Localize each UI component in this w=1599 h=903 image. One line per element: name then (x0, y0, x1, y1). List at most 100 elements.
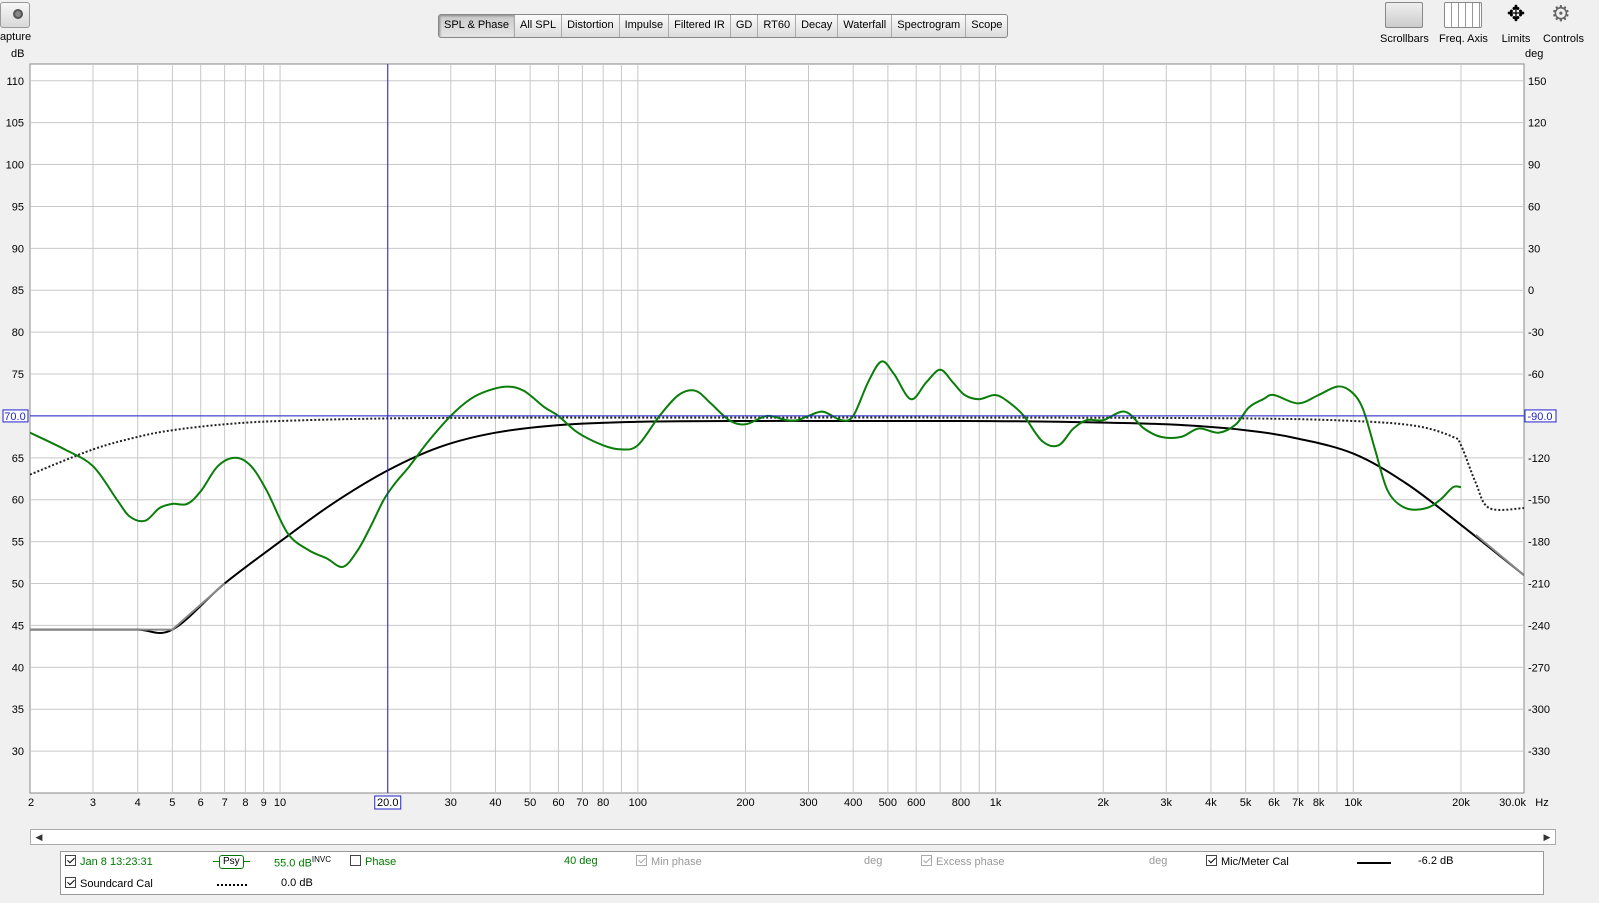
phase-checkbox[interactable] (350, 855, 361, 866)
y-tick-label-right: -60 (1528, 369, 1544, 381)
spl-phase-graph[interactable]: 110 150105 120100 9095 6090 3085 080 -3075 -6065… (0, 60, 1599, 828)
tab-gd[interactable]: GD (731, 15, 759, 37)
capture-camera-icon[interactable] (0, 2, 30, 28)
x-tick-label: 600 (907, 797, 925, 809)
y-tick-label-right: -180 (1528, 537, 1550, 549)
measurement-name: Jan 8 13:23:31 (80, 856, 153, 868)
measurement-toggle[interactable]: Jan 8 13:23:31 (65, 855, 153, 868)
phase-label: Phase (365, 856, 397, 868)
min-phase-label: Min phase (651, 856, 702, 868)
x-tick-label: 400 (844, 797, 862, 809)
horizontal-scrollbar[interactable]: ◀ ▶ (30, 829, 1556, 845)
tab-all-spl[interactable]: All SPL (515, 15, 563, 37)
x-tick-label: 20k (1452, 797, 1470, 809)
mic-cal-toggle[interactable]: Mic/Meter Cal (1206, 855, 1289, 868)
scroll-right-icon[interactable]: ▶ (1540, 830, 1554, 844)
tab-spectrogram[interactable]: Spectrogram (892, 15, 967, 37)
y-tick-label-left: 60 (12, 495, 24, 507)
capture-label: Capture (0, 31, 32, 43)
y-tick-label-left: 105 (6, 118, 24, 130)
y-tick-label-left: 75 (12, 369, 24, 381)
x-tick-label: 10 (274, 797, 286, 809)
excess-phase-toggle[interactable]: Excess phase (921, 855, 1004, 868)
y-tick-label-left: 65 (12, 453, 24, 465)
x-tick-label: 50 (524, 797, 536, 809)
legend-row-soundcard: Soundcard Cal 0.0 dB (61, 874, 1543, 894)
mic-cal-label: Mic/Meter Cal (1221, 856, 1289, 868)
y-tick-label-right: 150 (1528, 76, 1546, 88)
y-tick-label-left: 85 (12, 285, 24, 297)
x-tick-label: 80 (597, 797, 609, 809)
x-tick-label: 4 (135, 797, 141, 809)
tab-distortion[interactable]: Distortion (562, 15, 620, 37)
y-tick-label-left: 40 (12, 662, 24, 674)
x-tick-label: 9 (261, 797, 267, 809)
phase-toggle[interactable]: Phase (350, 855, 396, 868)
tab-filtered-ir[interactable]: Filtered IR (669, 15, 731, 37)
soundcard-cal-value: 0.0 dB (281, 877, 313, 889)
min-phase-checkbox[interactable] (636, 855, 647, 866)
tab-waterfall[interactable]: Waterfall (838, 15, 893, 37)
mic-cal-value: -6.2 dB (1418, 855, 1454, 867)
graph-tabs: SPL & Phase All SPL Distortion Impulse Filte… (438, 14, 1009, 38)
x-tick-label: 500 (879, 797, 897, 809)
x-tick-label: 8k (1313, 797, 1325, 809)
tab-decay[interactable]: Decay (796, 15, 839, 37)
min-phase-toggle[interactable]: Min phase (636, 855, 702, 868)
x-tick-label: 30 (445, 797, 457, 809)
x-tick-label: 3k (1160, 797, 1172, 809)
x-tick-label: 2 (28, 797, 34, 809)
tab-spl-phase[interactable]: SPL & Phase (439, 15, 516, 37)
scrollbars-tool[interactable]: Scrollbars (1380, 2, 1429, 45)
x-tick-label: 60 (552, 797, 564, 809)
measurement-level-value: 55.0 dB (274, 857, 312, 870)
y-tick-label-right: -330 (1528, 746, 1550, 758)
controls-tool[interactable]: ⚙ Controls (1543, 2, 1599, 45)
soundcard-cal-checkbox[interactable] (65, 877, 76, 888)
y-tick-label-left: 95 (12, 201, 24, 213)
excess-phase-unit: deg (1149, 855, 1168, 867)
freq-axis-label: Freq. Axis (1439, 33, 1488, 45)
x-tick-label: 5 (169, 797, 175, 809)
psy-smoothing-badge[interactable]: Psy (213, 855, 250, 869)
mic-cal-checkbox[interactable] (1206, 855, 1217, 866)
y-tick-label-left: 50 (12, 579, 24, 591)
soundcard-cal-label: Soundcard Cal (80, 878, 153, 890)
y-tick-label-left: 100 (6, 160, 24, 172)
excess-phase-checkbox[interactable] (921, 855, 932, 866)
camera-lens (13, 9, 23, 19)
y-tick-label-right: 120 (1528, 118, 1546, 130)
capture-tool[interactable]: Capture (0, 0, 40, 46)
soundcard-cal-toggle[interactable]: Soundcard Cal (65, 877, 153, 890)
limits-tool[interactable]: ✥ Limits (1497, 2, 1535, 46)
y-tick-label-right: -300 (1528, 704, 1550, 716)
min-phase-unit: deg (864, 855, 883, 867)
measurement-level: 55.0 dBINVC (274, 855, 331, 870)
tab-impulse[interactable]: Impulse (620, 15, 670, 37)
y-tick-label-right: -150 (1528, 495, 1550, 507)
plot-area[interactable] (29, 63, 1525, 794)
tab-scope[interactable]: Scope (966, 15, 1007, 37)
freq-axis-tool[interactable]: Freq. Axis (1439, 2, 1488, 45)
tab-rt60[interactable]: RT60 (758, 15, 797, 37)
x-tick-label: 7 (222, 797, 228, 809)
cursor-y-label: 70.0 (4, 411, 25, 423)
scroll-left-icon[interactable]: ◀ (32, 830, 46, 844)
x-tick-label: 1k (990, 797, 1002, 809)
x-tick-label: 5k (1240, 797, 1252, 809)
y-tick-label-left: 80 (12, 327, 24, 339)
x-tick-label: 6 (198, 797, 204, 809)
legend-row-measurement: Jan 8 13:23:31 Psy 55.0 dBINVC Phase 40 … (61, 852, 1543, 872)
soundcard-cal-line-swatch (217, 884, 247, 886)
measurement-checkbox[interactable] (65, 855, 76, 866)
cursor-x-label: 20.0 (377, 797, 398, 809)
y-tick-label-left: 35 (12, 704, 24, 716)
y-tick-label-left: 45 (12, 620, 24, 632)
y-tick-label-right: 90 (1528, 160, 1540, 172)
y-tick-label-left: 90 (12, 243, 24, 255)
x-tick-label: 40 (489, 797, 501, 809)
x-tick-label: 70 (576, 797, 588, 809)
scrollbars-icon (1385, 2, 1424, 28)
x-tick-label: 2k (1097, 797, 1109, 809)
measurement-level-sup: INVC (311, 855, 332, 864)
